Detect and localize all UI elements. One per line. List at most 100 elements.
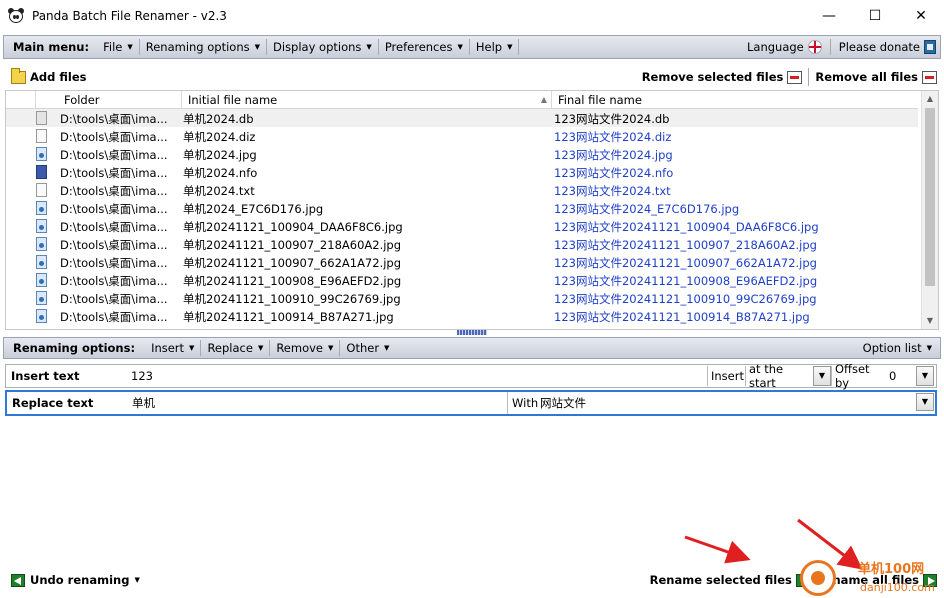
insert-text-label: Insert text [11,369,80,383]
cell-folder: D:\tools\桌面\ima... [60,166,168,180]
cell-initial-name: 单机2024_E7C6D176.jpg [183,202,324,216]
caret-down-icon: ▼ [127,43,133,51]
grid-rows: D:\tools\桌面\ima... 单机2024.db 123网站文件2024.d… [6,109,918,325]
uk-flag-icon [807,40,822,54]
undo-renaming-button[interactable]: Undo renaming ▼ [5,573,140,587]
caret-down-icon: ▼ [189,344,195,352]
remove-selected-files-button[interactable]: Remove selected files [642,70,809,84]
remove-all-icon [922,70,937,84]
file-icon [36,129,58,143]
table-row[interactable]: D:\tools\桌面\ima... 单机2024.txt 123网站文件2024.… [6,181,918,199]
insert-text-input[interactable]: 123 [131,365,153,387]
menu-insert[interactable]: Insert ▼ [145,340,202,356]
insert-position-label: Insert [707,366,745,386]
file-icon [36,255,58,269]
icon-column-header[interactable] [6,91,36,109]
insert-position-select[interactable]: at the start [745,362,813,390]
cell-folder: D:\tools\桌面\ima... [60,220,168,234]
splitter-grip[interactable] [457,330,487,335]
cell-initial-name: 单机20241121_100914_B87A271.jpg [183,310,394,324]
offset-dropdown-icon[interactable]: ▼ [916,366,934,386]
table-row[interactable]: D:\tools\桌面\ima... 单机2024.diz 123网站文件2024.… [6,127,918,145]
watermark-ring-icon [800,560,836,596]
replace-text-input[interactable]: 单机 [132,392,155,414]
caret-down-icon: ▼ [257,344,264,352]
watermark-text-bottom: danji100.com [860,581,935,594]
menu-remove[interactable]: Remove ▼ [270,340,341,356]
rename-selected-files-button[interactable]: Rename selected files [650,573,816,587]
cell-final-name: 123网站文件20241121_100907_662A1A72.jpg [554,256,817,270]
cell-initial-name: 单机20241121_100910_99C26769.jpg [183,292,401,306]
insert-position-dropdown-icon[interactable]: ▼ [813,366,831,386]
caret-down-icon: ▼ [384,344,390,352]
menu-display-options[interactable]: Display options ▼ [267,39,379,55]
caret-down-icon: ▼ [457,43,463,51]
option-list-button[interactable]: Option list ▼ [863,341,940,355]
cell-final-name: 123网站文件2024.jpg [554,148,673,162]
cell-final-name: 123网站文件2024.db [554,112,670,126]
title-bar: Panda Batch File Renamer - v2.3 — ☐ ✕ [0,0,944,32]
cell-initial-name: 单机2024.nfo [183,166,258,180]
offset-input[interactable]: 0 [886,366,916,386]
table-row[interactable]: D:\tools\桌面\ima... 单机20241121_100910_99C2… [6,289,918,307]
menu-help[interactable]: Help ▼ [470,39,520,55]
cell-final-name: 123网站文件2024.txt [554,184,671,198]
file-icon [36,183,58,197]
menu-renaming-options[interactable]: Renaming options ▼ [140,39,268,55]
menu-file[interactable]: File ▼ [97,39,140,55]
main-menu-label: Main menu: [13,40,90,54]
table-row[interactable]: D:\tools\桌面\ima... 单机20241121_100907_218A… [6,235,918,253]
donate-button[interactable]: Please donate [833,39,940,55]
menu-preferences[interactable]: Preferences ▼ [379,39,470,55]
files-toolbar: Add files Remove selected files Remove a… [5,64,939,90]
add-files-button[interactable]: Add files [11,67,86,84]
column-folder[interactable]: Folder [58,91,182,109]
caret-down-icon: ▼ [328,344,334,352]
file-icon [36,237,58,251]
language-button[interactable]: Language [741,39,828,55]
table-row[interactable]: D:\tools\桌面\ima... 单机2024.db 123网站文件2024.d… [6,109,918,127]
menu-replace[interactable]: Replace ▼ [201,340,271,356]
cell-initial-name: 单机20241121_100904_DAA6F8C6.jpg [183,220,403,234]
maximize-button[interactable]: ☐ [852,0,898,32]
undo-arrow-icon [11,573,25,587]
cell-final-name: 123网站文件20241121_100910_99C26769.jpg [554,292,817,306]
table-row[interactable]: D:\tools\桌面\ima... 单机20241121_100907_662A… [6,253,918,271]
arrow-to-rename-selected [684,535,751,564]
column-final-file-name[interactable]: Final file name [552,91,918,109]
remove-all-files-button[interactable]: Remove all files [815,70,939,84]
replace-text-label: Replace text [12,396,94,410]
column-initial-file-name[interactable]: Initial file name ▲ [182,91,552,109]
renaming-options-bar: Renaming options: Insert ▼ Replace ▼ Remov… [3,337,941,359]
replace-with-input[interactable]: 网站文件 [540,392,586,414]
replace-dropdown-icon[interactable]: ▼ [916,393,934,411]
minimize-button[interactable]: — [806,0,852,32]
table-row[interactable]: D:\tools\桌面\ima... 单机20241121_100914_B87A… [6,307,918,325]
cell-final-name: 123网站文件20241121_100907_218A60A2.jpg [554,238,817,252]
scroll-up-icon[interactable]: ▲ [922,91,938,107]
table-row[interactable]: D:\tools\桌面\ima... 单机2024.nfo 123网站文件2024.… [6,163,918,181]
close-button[interactable]: ✕ [898,0,944,32]
caret-down-icon: ▼ [507,43,513,51]
table-row[interactable]: D:\tools\桌面\ima... 单机2024_E7C6D176.jpg 123… [6,199,918,217]
caret-down-icon: ▼ [254,43,261,51]
file-icon [36,291,58,305]
grid-header: Folder Initial file name ▲ Final file nam… [6,91,918,109]
cell-final-name: 123网站文件20241121_100904_DAA6F8C6.jpg [554,220,819,234]
table-row[interactable]: D:\tools\桌面\ima... 单机20241121_100908_E96A… [6,271,918,289]
renaming-options-label: Renaming options: [13,341,136,355]
file-icon [36,201,58,215]
replace-text-row: Replace text 单机 With 网站文件 ▼ [5,390,937,416]
cell-folder: D:\tools\桌面\ima... [60,274,168,288]
menu-other[interactable]: Other ▼ [340,340,395,356]
cell-initial-name: 单机20241121_100908_E96AEFD2.jpg [183,274,402,288]
scroll-thumb[interactable] [925,108,935,286]
scroll-down-icon[interactable]: ▼ [922,313,938,329]
sort-up-icon: ▲ [540,95,547,104]
cell-folder: D:\tools\桌面\ima... [60,292,168,306]
file-list-grid[interactable]: Folder Initial file name ▲ Final file nam… [5,90,939,330]
table-row[interactable]: D:\tools\桌面\ima... 单机20241121_100904_DAA6… [6,217,918,235]
vertical-scrollbar[interactable]: ▲ ▼ [921,91,938,329]
cell-folder: D:\tools\桌面\ima... [60,184,168,198]
table-row[interactable]: D:\tools\桌面\ima... 单机2024.jpg 123网站文件2024.… [6,145,918,163]
